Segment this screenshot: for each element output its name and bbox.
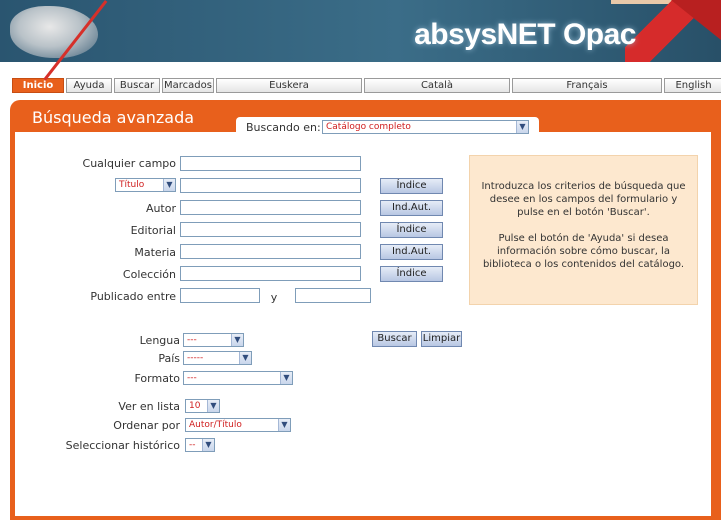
cualquier-campo-input[interactable] — [180, 156, 361, 171]
ordenar-por-value: Autor/Título — [189, 420, 242, 430]
label-formato: Formato — [134, 372, 181, 385]
formato-select-value: --- — [187, 373, 197, 383]
chevron-down-icon: ▼ — [202, 439, 214, 451]
field-type-select[interactable]: Título ▼ — [115, 178, 176, 192]
pais-select[interactable]: ----- ▼ — [183, 351, 252, 365]
chevron-down-icon: ▼ — [278, 419, 290, 431]
buscando-label: Buscando en: — [246, 121, 321, 134]
nav-english[interactable]: English — [664, 78, 721, 93]
label-materia: Materia — [134, 246, 176, 259]
ordenar-por-select[interactable]: Autor/Título ▼ — [185, 418, 291, 432]
nav-ayuda[interactable]: Ayuda — [66, 78, 112, 93]
help-info-box: Introduzca los criterios de búsqueda que… — [469, 155, 698, 305]
autor-input[interactable] — [180, 200, 361, 215]
label-autor: Autor — [145, 202, 176, 215]
page-title: Búsqueda avanzada — [32, 108, 195, 127]
nav-francais[interactable]: Français — [512, 78, 662, 93]
ind-aut-button-autor[interactable]: Ind.Aut. — [380, 200, 443, 216]
ind-aut-button-materia[interactable]: Ind.Aut. — [380, 244, 443, 260]
chevron-down-icon: ▼ — [231, 334, 243, 346]
help-text-1: Introduzca los criterios de búsqueda que… — [481, 181, 686, 218]
chevron-down-icon: ▼ — [207, 400, 219, 412]
indice-button-titulo[interactable]: Índice — [380, 178, 443, 194]
fecha-desde-input[interactable] — [180, 288, 260, 303]
nav-euskera[interactable]: Euskera — [216, 78, 362, 93]
label-y: y — [270, 291, 278, 304]
lengua-select[interactable]: --- ▼ — [183, 333, 244, 347]
header-banner: absysNET Opac — [0, 0, 721, 62]
editorial-input[interactable] — [180, 222, 361, 237]
label-editorial: Editorial — [130, 224, 176, 237]
materia-input[interactable] — [180, 244, 361, 259]
chevron-down-icon: ▼ — [516, 121, 528, 133]
nav-marcados[interactable]: Marcados — [162, 78, 214, 93]
historico-select[interactable]: -- ▼ — [185, 438, 215, 452]
chevron-down-icon: ▼ — [239, 352, 251, 364]
buscar-button[interactable]: Buscar — [372, 331, 417, 347]
historico-select-value: -- — [189, 440, 196, 450]
label-seleccionar-historico: Seleccionar histórico — [65, 439, 180, 452]
indice-button-coleccion[interactable]: Índice — [380, 266, 443, 282]
label-publicado-entre: Publicado entre — [90, 290, 176, 303]
label-pais: País — [158, 352, 180, 365]
indice-button-editorial[interactable]: Índice — [380, 222, 443, 238]
help-text-2: Pulse el botón de 'Ayuda' si desea infor… — [482, 233, 685, 270]
chevron-down-icon: ▼ — [280, 372, 292, 384]
limpiar-button[interactable]: Limpiar — [421, 331, 462, 347]
formato-select[interactable]: --- ▼ — [183, 371, 293, 385]
lengua-select-value: --- — [187, 335, 197, 345]
ver-en-lista-value: 10 — [189, 401, 201, 411]
label-cualquier-campo: Cualquier campo — [82, 157, 176, 170]
field-type-value: Título — [119, 180, 145, 190]
app-title: absysNET Opac — [414, 18, 636, 51]
nav-inicio[interactable]: Inicio — [12, 78, 64, 93]
label-lengua: Lengua — [139, 334, 180, 347]
pais-select-value: ----- — [187, 353, 204, 363]
nav-buscar[interactable]: Buscar — [114, 78, 160, 93]
label-coleccion: Colección — [122, 268, 176, 281]
label-ver-en-lista: Ver en lista — [118, 400, 180, 413]
chevron-down-icon: ▼ — [163, 179, 175, 191]
label-ordenar-por: Ordenar por — [113, 419, 180, 432]
catalog-select-value: Catálogo completo — [326, 122, 411, 132]
titulo-input[interactable] — [180, 178, 361, 193]
top-navigation: Inicio Ayuda Buscar Marcados Euskera Cat… — [12, 78, 721, 93]
ver-en-lista-select[interactable]: 10 ▼ — [185, 399, 220, 413]
catalog-select[interactable]: Catálogo completo ▼ — [322, 120, 529, 134]
coleccion-input[interactable] — [180, 266, 361, 281]
nav-catala[interactable]: Català — [364, 78, 510, 93]
fecha-hasta-input[interactable] — [295, 288, 371, 303]
